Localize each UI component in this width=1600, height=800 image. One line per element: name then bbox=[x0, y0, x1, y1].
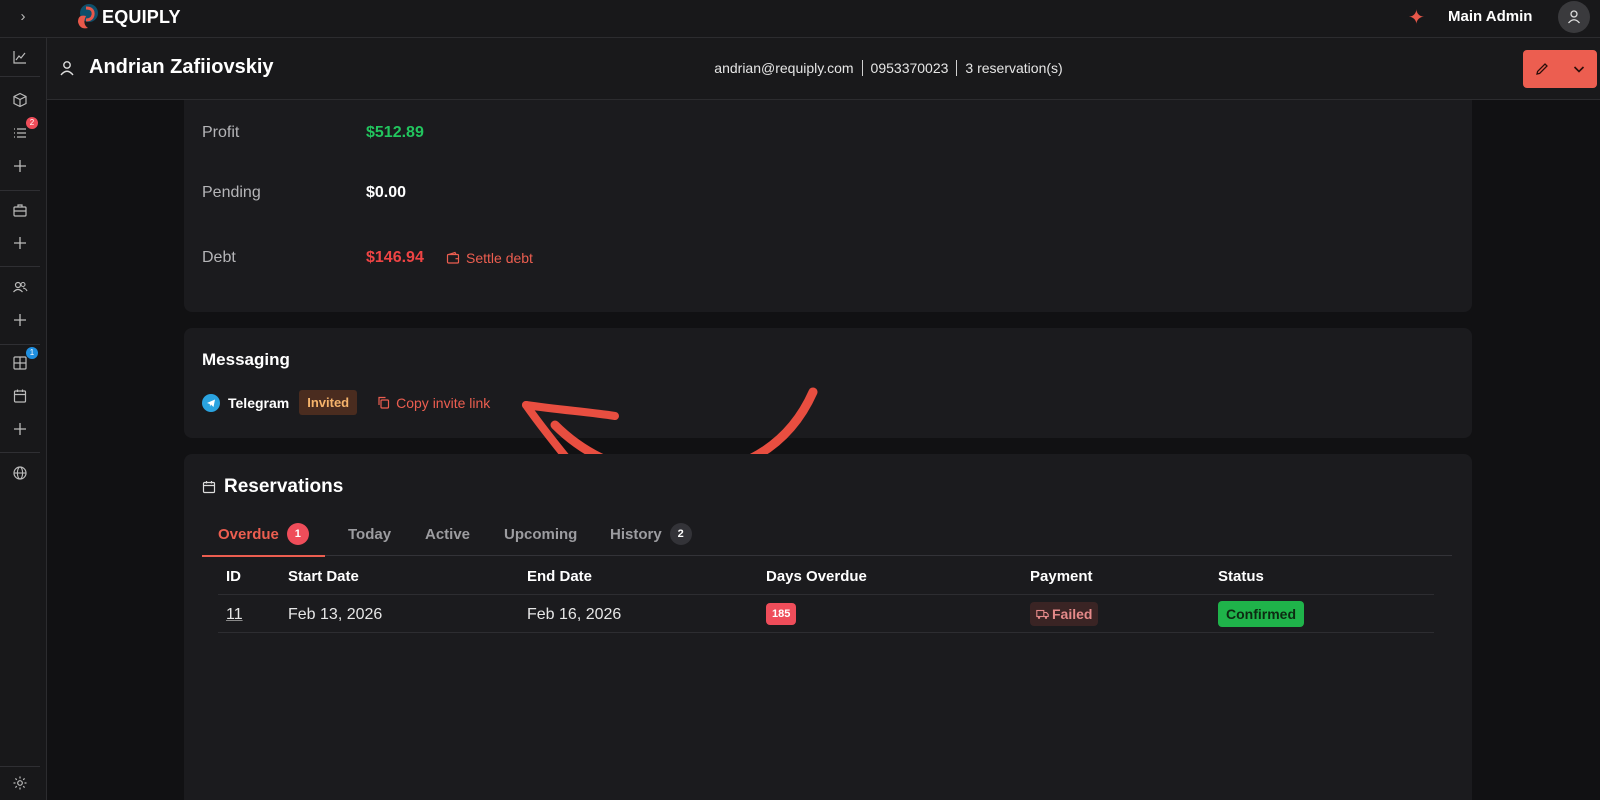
add-plus-icon[interactable] bbox=[9, 418, 31, 440]
finance-summary-card: Profit $512.89 Pending $0.00 Debt $146.9… bbox=[184, 100, 1472, 312]
calendar-icon[interactable] bbox=[9, 385, 31, 407]
brand-name: EQUIPLY bbox=[102, 6, 181, 27]
briefcase-icon[interactable] bbox=[9, 199, 31, 221]
tab-count-badge: 1 bbox=[286, 523, 309, 545]
column-header-payment[interactable]: Payment bbox=[1030, 568, 1093, 585]
telegram-row: Telegram Invited Copy invite link bbox=[202, 390, 490, 415]
telegram-label: Telegram bbox=[228, 394, 290, 411]
pending-value: $0.00 bbox=[366, 184, 407, 201]
truck-icon bbox=[1036, 609, 1049, 619]
user-icon bbox=[58, 59, 76, 82]
reservation-tabs: Overdue 1 Today Active Upcoming History … bbox=[202, 512, 1452, 557]
tab-count-badge: 2 bbox=[669, 523, 692, 545]
analytics-chart-icon[interactable] bbox=[9, 46, 31, 68]
copy-invite-link-label: Copy invite link bbox=[396, 394, 491, 411]
customer-actions bbox=[1523, 50, 1597, 88]
settle-debt-button[interactable]: Settle debt bbox=[446, 250, 533, 266]
column-header-start-date[interactable]: Start Date bbox=[288, 568, 359, 585]
customer-reservations-count: 3 reservation(s) bbox=[965, 60, 1063, 76]
payment-status-badge: Failed bbox=[1030, 602, 1099, 626]
inventory-box-icon[interactable] bbox=[9, 89, 31, 111]
sidebar: 2 1 bbox=[0, 38, 47, 800]
expand-sidebar-chevron-icon[interactable]: › bbox=[12, 6, 34, 28]
more-actions-dropdown[interactable] bbox=[1561, 50, 1597, 88]
payment-status-label: Failed bbox=[1052, 606, 1093, 622]
column-header-days-overdue[interactable]: Days Overdue bbox=[766, 568, 867, 585]
admin-name: Main Admin bbox=[1448, 8, 1533, 25]
reservation-status-badge: Confirmed bbox=[1218, 601, 1304, 627]
tab-active[interactable]: Active bbox=[425, 512, 470, 556]
end-date-cell: Feb 16, 2026 bbox=[527, 606, 622, 623]
settle-debt-label: Settle debt bbox=[466, 250, 533, 266]
tab-today[interactable]: Today bbox=[348, 512, 391, 556]
edit-button[interactable] bbox=[1523, 50, 1561, 88]
debt-label: Debt bbox=[202, 249, 236, 266]
profit-value: $512.89 bbox=[366, 124, 424, 141]
settings-gear-icon[interactable] bbox=[9, 772, 31, 794]
tab-label: Overdue bbox=[218, 525, 279, 543]
logo-mark-icon bbox=[74, 2, 100, 32]
messaging-card: Messaging Telegram Invited Copy invite l… bbox=[184, 328, 1472, 438]
customer-header: Andrian Zafiiovskiy andrian@requiply.com… bbox=[47, 38, 1600, 100]
customer-contact-info: andrian@requiply.com 0953370023 3 reservat… bbox=[47, 60, 1600, 76]
customer-phone[interactable]: 0953370023 bbox=[871, 60, 949, 76]
customer-email[interactable]: andrian@requiply.com bbox=[714, 60, 853, 76]
top-bar: › EQUIPLY ✦ Main Admin bbox=[0, 0, 1600, 38]
tab-overdue[interactable]: Overdue 1 bbox=[202, 512, 325, 557]
reservations-card: Reservations Overdue 1 Today Active Upco… bbox=[184, 454, 1472, 800]
add-plus-icon[interactable] bbox=[9, 309, 31, 331]
start-date-cell: Feb 13, 2026 bbox=[288, 606, 383, 623]
tab-label: History bbox=[610, 525, 662, 543]
tab-label: Active bbox=[425, 525, 471, 543]
messaging-title: Messaging bbox=[202, 350, 290, 369]
chevron-down-icon bbox=[1573, 66, 1585, 73]
debt-value: $146.94 bbox=[366, 249, 424, 266]
add-plus-icon[interactable] bbox=[9, 232, 31, 254]
telegram-icon bbox=[202, 393, 220, 412]
tab-history[interactable]: History 2 bbox=[610, 512, 692, 556]
calendar-icon bbox=[202, 481, 216, 494]
reservations-header: Reservations bbox=[202, 476, 343, 498]
reservations-badge: 2 bbox=[26, 117, 38, 129]
boards-grid-icon[interactable]: 1 bbox=[9, 347, 38, 374]
wallet-icon bbox=[446, 251, 460, 264]
column-header-id[interactable]: ID bbox=[226, 568, 241, 585]
tab-label: Upcoming bbox=[504, 525, 578, 543]
column-header-status[interactable]: Status bbox=[1218, 568, 1264, 585]
add-plus-icon[interactable] bbox=[9, 155, 31, 177]
reservation-id-link[interactable]: 11 bbox=[226, 606, 243, 624]
days-overdue-badge: 185 bbox=[766, 603, 797, 625]
tab-upcoming[interactable]: Upcoming bbox=[504, 512, 577, 556]
reservations-list-icon[interactable]: 2 bbox=[9, 117, 38, 144]
reservations-title: Reservations bbox=[224, 476, 344, 497]
profit-label: Profit bbox=[202, 124, 240, 141]
tab-label: Today bbox=[348, 525, 392, 543]
admin-avatar[interactable] bbox=[1558, 1, 1590, 33]
boards-badge: 1 bbox=[26, 347, 38, 359]
user-icon bbox=[1568, 10, 1580, 24]
customers-users-icon[interactable] bbox=[9, 276, 31, 298]
invited-status-badge: Invited bbox=[299, 390, 358, 415]
brand-logo[interactable]: EQUIPLY bbox=[74, 2, 181, 32]
column-header-end-date[interactable]: End Date bbox=[527, 568, 592, 585]
pending-label: Pending bbox=[202, 184, 261, 201]
pencil-icon bbox=[1536, 63, 1548, 75]
copy-invite-link-button[interactable]: Copy invite link bbox=[377, 395, 490, 411]
customer-name: Andrian Zafiiovskiy bbox=[89, 56, 274, 78]
ai-sparkle-icon[interactable]: ✦ bbox=[1408, 5, 1425, 30]
copy-icon bbox=[378, 396, 390, 409]
globe-icon[interactable] bbox=[9, 462, 31, 484]
